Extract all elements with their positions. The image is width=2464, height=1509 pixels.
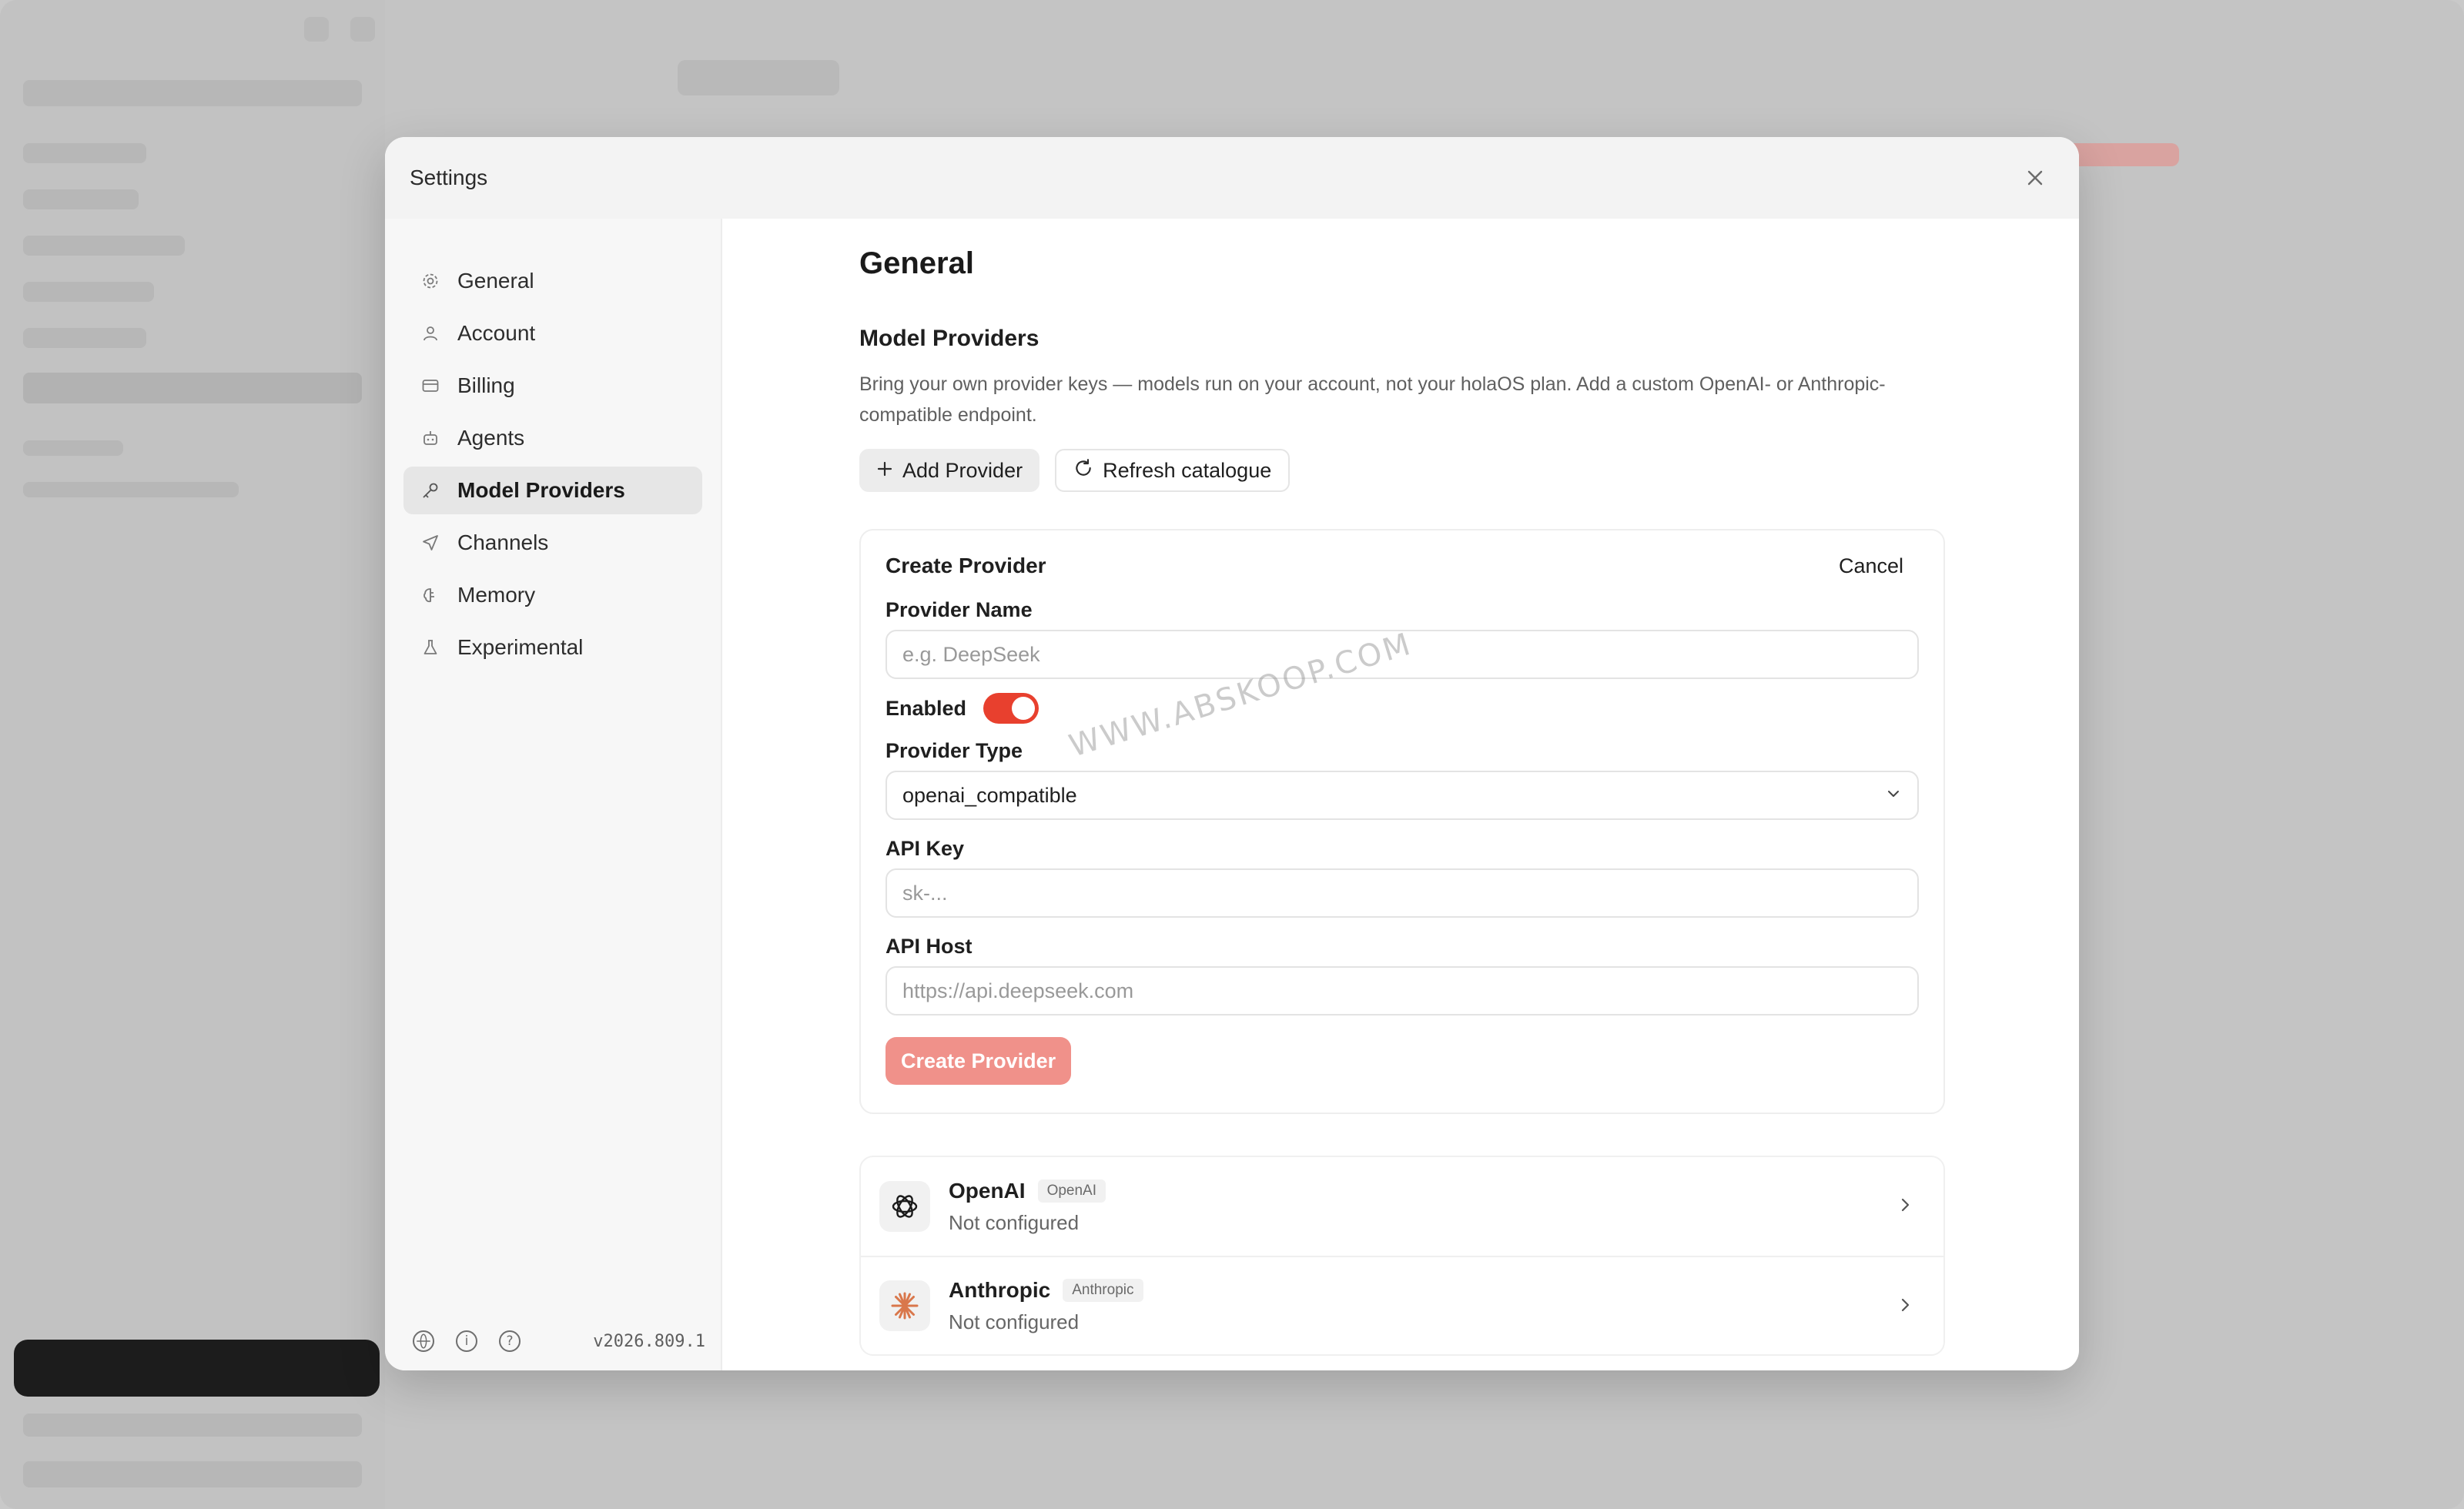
credit-card-icon [420,376,440,396]
settings-modal: Settings General Account Billing Agents … [385,137,2079,1370]
chevron-right-icon [1893,1193,1917,1217]
provider-type-select[interactable]: openai_compatible [886,771,1919,820]
help-icon[interactable]: ? [499,1330,521,1352]
provider-type-label: Provider Type [886,739,1023,762]
enabled-label: Enabled [886,696,967,720]
background-page-title [678,60,839,95]
provider-row-openai[interactable]: OpenAI OpenAI Not configured [861,1157,1943,1256]
nav-item-label: General [457,269,534,293]
nav-item-experimental[interactable]: Experimental [403,624,702,671]
create-provider-title: Create Provider [886,554,1046,577]
section-description: Bring your own provider keys — models ru… [859,373,1886,426]
brain-icon [420,585,440,605]
provider-row-anthropic[interactable]: Anthropic Anthropic Not configured [861,1256,1943,1354]
provider-tag: OpenAI [1037,1179,1106,1203]
user-icon [420,323,440,343]
api-key-input[interactable]: sk-... [886,868,1919,918]
nav-item-model-providers[interactable]: Model Providers [403,467,702,514]
globe-icon[interactable] [413,1330,434,1352]
nav-item-label: Model Providers [457,478,625,502]
provider-actions: Add Provider Refresh catalogue [859,449,2079,492]
provider-name: Anthropic [949,1277,1051,1302]
nav-item-label: Agents [457,426,525,450]
api-host-input[interactable]: https://api.deepseek.com [886,966,1919,1015]
refresh-catalogue-button[interactable]: Refresh catalogue [1055,449,1291,492]
api-host-label: API Host [886,935,973,958]
plus-icon [876,459,893,483]
create-provider-card: Create Provider Cancel Provider Name e.g… [859,529,1945,1114]
settings-sidebar: General Account Billing Agents Model Pro… [385,219,722,1370]
send-icon [420,533,440,553]
provider-tag: Anthropic [1063,1278,1143,1302]
app-version: v2026.809.1 [593,1331,705,1351]
nav-item-label: Memory [457,583,536,607]
openai-logo-icon [879,1181,930,1232]
enabled-toggle[interactable] [983,693,1040,724]
nav-item-label: Channels [457,530,549,554]
chevron-down-icon [1885,784,1902,808]
provider-name-label: Provider Name [886,598,1033,621]
nav-item-account[interactable]: Account [403,309,702,357]
nav-item-general[interactable]: General [403,257,702,305]
cancel-button[interactable]: Cancel [1839,554,1919,578]
nav-item-agents[interactable]: Agents [403,414,702,462]
create-provider-button[interactable]: Create Provider [886,1037,1072,1085]
add-provider-label: Add Provider [902,458,1023,482]
provider-status: Not configured [949,1210,1080,1234]
section-title: Model Providers [859,326,1040,351]
key-icon [420,480,440,500]
refresh-catalogue-label: Refresh catalogue [1103,458,1272,482]
info-icon[interactable]: i [456,1330,477,1352]
background-sidebar [0,0,385,1509]
sidebar-toggle-icon [304,17,329,42]
anthropic-logo-icon [879,1280,930,1331]
settings-content: General Model Providers Bring your own p… [722,219,2079,1370]
refresh-icon [1073,458,1093,483]
add-provider-button[interactable]: Add Provider [859,449,1040,492]
nav-item-label: Experimental [457,635,584,659]
nav-item-billing[interactable]: Billing [403,362,702,410]
nav-item-label: Billing [457,373,515,397]
gear-icon [420,271,440,291]
api-key-label: API Key [886,837,965,860]
chevron-right-icon [1893,1293,1917,1317]
sidebar-footer: i ? v2026.809.1 [413,1330,705,1352]
close-icon[interactable] [2016,159,2054,197]
flask-icon [420,637,440,657]
page-title: General [859,246,974,280]
new-window-icon [350,17,375,42]
provider-name: OpenAI [949,1178,1026,1203]
provider-status: Not configured [949,1310,1080,1333]
provider-list: OpenAI OpenAI Not configured Anthropic A… [859,1156,1945,1356]
provider-type-value: openai_compatible [902,783,1077,807]
nav-item-memory[interactable]: Memory [403,571,702,619]
modal-header: Settings [385,137,2079,219]
robot-icon [420,428,440,448]
modal-title: Settings [410,166,488,189]
nav-item-channels[interactable]: Channels [403,519,702,567]
nav-item-label: Account [457,321,536,345]
